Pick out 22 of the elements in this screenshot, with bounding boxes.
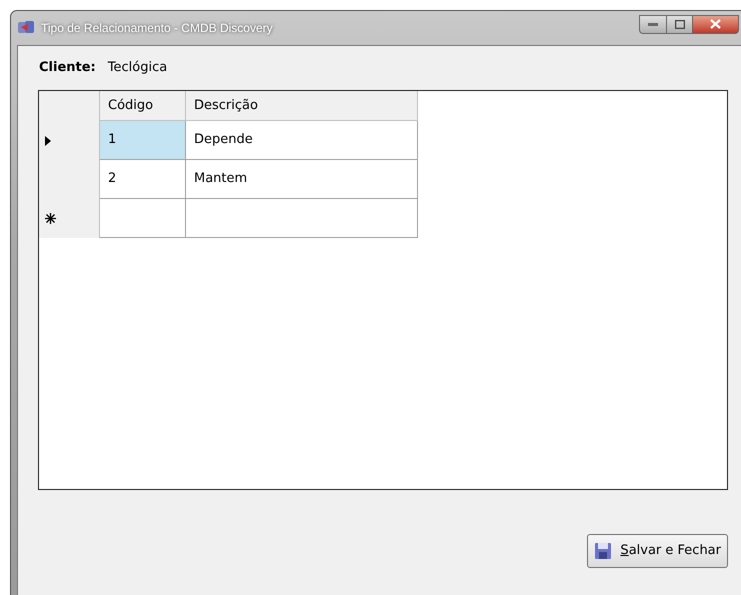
row-header[interactable] bbox=[39, 199, 100, 238]
maximize-button[interactable] bbox=[667, 14, 693, 34]
maximize-icon bbox=[674, 20, 684, 28]
column-header[interactable]: Código bbox=[100, 91, 186, 121]
window-title: Tipo de Relacionamento - CMDB Discovery bbox=[41, 20, 273, 37]
client-label: Cliente: bbox=[39, 59, 96, 78]
close-button[interactable] bbox=[693, 14, 739, 34]
current-row-icon bbox=[45, 136, 51, 146]
close-icon bbox=[710, 19, 721, 29]
table-cell[interactable]: Mantem bbox=[186, 160, 418, 199]
table-cell[interactable]: 2 bbox=[100, 160, 186, 199]
column-header[interactable]: Descrição bbox=[186, 91, 418, 121]
table-cell[interactable]: 1 bbox=[100, 121, 186, 160]
table-cell[interactable]: Depende bbox=[186, 121, 418, 160]
table-cell[interactable] bbox=[186, 199, 418, 238]
save-and-close-button[interactable]: Salvar e Fechar bbox=[587, 534, 728, 568]
table-cell[interactable] bbox=[100, 199, 186, 238]
new-row-icon bbox=[45, 213, 56, 224]
minimize-button[interactable] bbox=[639, 14, 667, 34]
client-value: Teclógica bbox=[108, 59, 168, 78]
minimize-icon bbox=[648, 22, 658, 26]
corner-header bbox=[39, 91, 100, 121]
